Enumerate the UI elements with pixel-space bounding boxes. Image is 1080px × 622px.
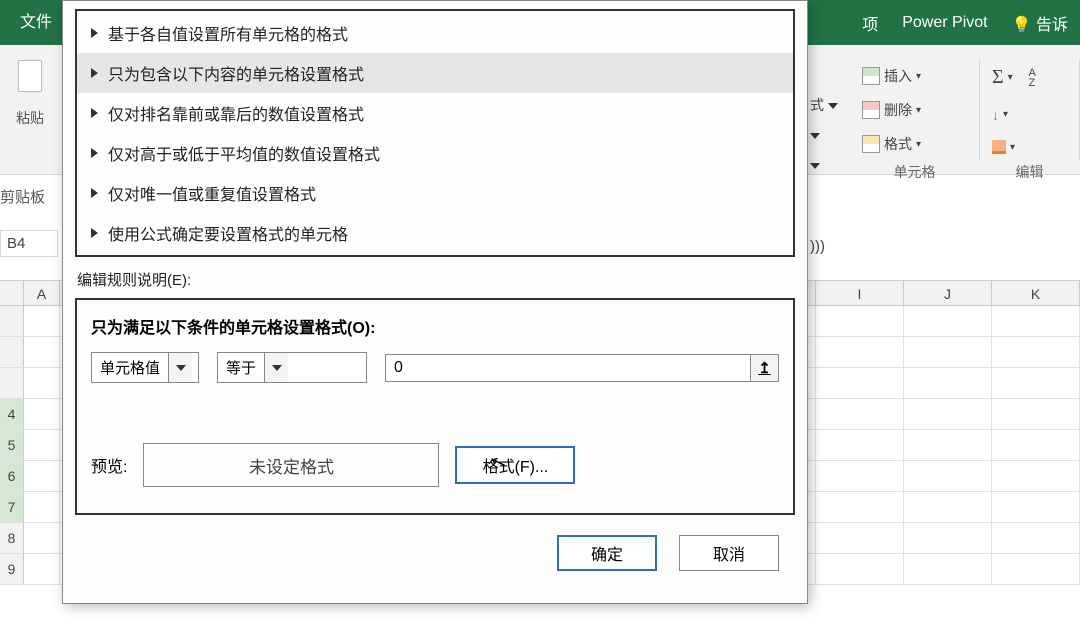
rule-type-item[interactable]: 仅对唯一值或重复值设置格式: [77, 173, 793, 213]
ribbon-tab-tellme[interactable]: 💡 告诉: [1000, 11, 1080, 35]
triangle-bullet-icon: [91, 188, 98, 198]
ribbon-tab-powerpivot[interactable]: Power Pivot: [890, 14, 999, 32]
chevron-down-icon: [828, 103, 838, 109]
rule-type-item[interactable]: 仅对高于或低于平均值的数值设置格式: [77, 133, 793, 173]
triangle-bullet-icon: [91, 148, 98, 158]
triangle-bullet-icon: [91, 108, 98, 118]
editing-group: Σ ▾ AZ ↓ ▾ ▾ 编辑: [980, 60, 1080, 160]
column-header-a[interactable]: A: [24, 281, 60, 305]
autosum-button[interactable]: Σ ▾ AZ: [992, 64, 1067, 91]
column-header-k[interactable]: K: [992, 281, 1080, 305]
paste-label[interactable]: 粘贴: [0, 108, 60, 128]
fill-button[interactable]: ↓ ▾: [992, 105, 1067, 125]
row-header[interactable]: 4: [0, 399, 24, 429]
lightbulb-icon: 💡: [1012, 17, 1032, 34]
chevron-down-icon: [810, 163, 820, 169]
preview-label: 预览:: [91, 453, 127, 477]
insert-cells-icon: [862, 67, 880, 85]
editing-group-label: 编辑: [980, 162, 1079, 182]
chevron-down-icon: [810, 133, 820, 139]
edit-rule-description-label: 编辑规则说明(E):: [77, 269, 793, 290]
name-box[interactable]: B4: [0, 230, 58, 257]
comparison-operator-combo[interactable]: 等于: [217, 352, 367, 383]
criteria-header: 只为满足以下条件的单元格设置格式(O):: [91, 314, 779, 338]
chevron-down-icon: [272, 365, 282, 371]
row-header[interactable]: [0, 337, 24, 367]
comparison-value-input[interactable]: [386, 355, 750, 381]
delete-button[interactable]: 删除 ▾: [862, 98, 967, 122]
format-preview-box: 未设定格式: [143, 443, 439, 487]
rule-type-item[interactable]: 使用公式确定要设置格式的单元格: [77, 213, 793, 253]
criteria-type-combo[interactable]: 单元格值: [91, 352, 199, 383]
row-header[interactable]: [0, 306, 24, 336]
select-all-corner[interactable]: [0, 281, 24, 305]
sigma-icon: Σ: [992, 66, 1004, 89]
range-picker-button[interactable]: ↥: [750, 355, 778, 381]
column-header-i[interactable]: I: [816, 281, 904, 305]
triangle-bullet-icon: [91, 28, 98, 38]
formula-bar-fragment: ))): [810, 238, 825, 255]
sort-icon: AZ: [1028, 68, 1035, 88]
styles-dropdown[interactable]: 式: [810, 90, 838, 180]
column-header-j[interactable]: J: [904, 281, 992, 305]
clipboard-group: 粘贴: [0, 60, 60, 128]
rule-type-item[interactable]: 只为包含以下内容的单元格设置格式: [77, 53, 793, 93]
clear-icon: [992, 140, 1006, 154]
chevron-down-icon: [176, 365, 186, 371]
insert-button[interactable]: 插入 ▾: [862, 64, 967, 88]
clipboard-group-label: 剪贴板: [0, 186, 45, 207]
format-button[interactable]: 格式 ▾: [862, 132, 967, 156]
rule-type-list: 基于各自值设置所有单元格的格式 只为包含以下内容的单元格设置格式 仅对排名靠前或…: [75, 9, 795, 257]
format-button[interactable]: 格式(F)... ↖: [455, 446, 575, 484]
format-cells-icon: [862, 135, 880, 153]
row-header[interactable]: 6: [0, 461, 24, 491]
collapse-dialog-icon: ↥: [758, 359, 771, 377]
triangle-bullet-icon: [91, 228, 98, 238]
row-header[interactable]: 7: [0, 492, 24, 522]
row-header[interactable]: [0, 368, 24, 398]
paste-icon[interactable]: [12, 60, 48, 104]
edit-formatting-rule-dialog: 基于各自值设置所有单元格的格式 只为包含以下内容的单元格设置格式 仅对排名靠前或…: [62, 0, 808, 604]
cells-group: 插入 ▾ 删除 ▾ 格式 ▾ 单元格: [850, 60, 980, 160]
row-header[interactable]: 9: [0, 554, 24, 584]
cells-group-label: 单元格: [850, 162, 979, 182]
ribbon-tab-misc[interactable]: 项: [850, 11, 890, 35]
rule-type-item[interactable]: 仅对排名靠前或靠后的数值设置格式: [77, 93, 793, 133]
rule-criteria-panel: 只为满足以下条件的单元格设置格式(O): 单元格值 等于 ↥ 预览: 未设定格式…: [75, 298, 795, 515]
ok-button[interactable]: 确定: [557, 535, 657, 571]
comparison-value-field[interactable]: ↥: [385, 354, 779, 382]
triangle-bullet-icon: [91, 68, 98, 78]
cancel-button[interactable]: 取消: [679, 535, 779, 571]
row-header[interactable]: 8: [0, 523, 24, 553]
fill-down-icon: ↓: [992, 107, 999, 123]
rule-type-item[interactable]: 基于各自值设置所有单元格的格式: [77, 13, 793, 53]
row-header[interactable]: 5: [0, 430, 24, 460]
clear-button[interactable]: ▾: [992, 138, 1067, 156]
delete-cells-icon: [862, 101, 880, 119]
